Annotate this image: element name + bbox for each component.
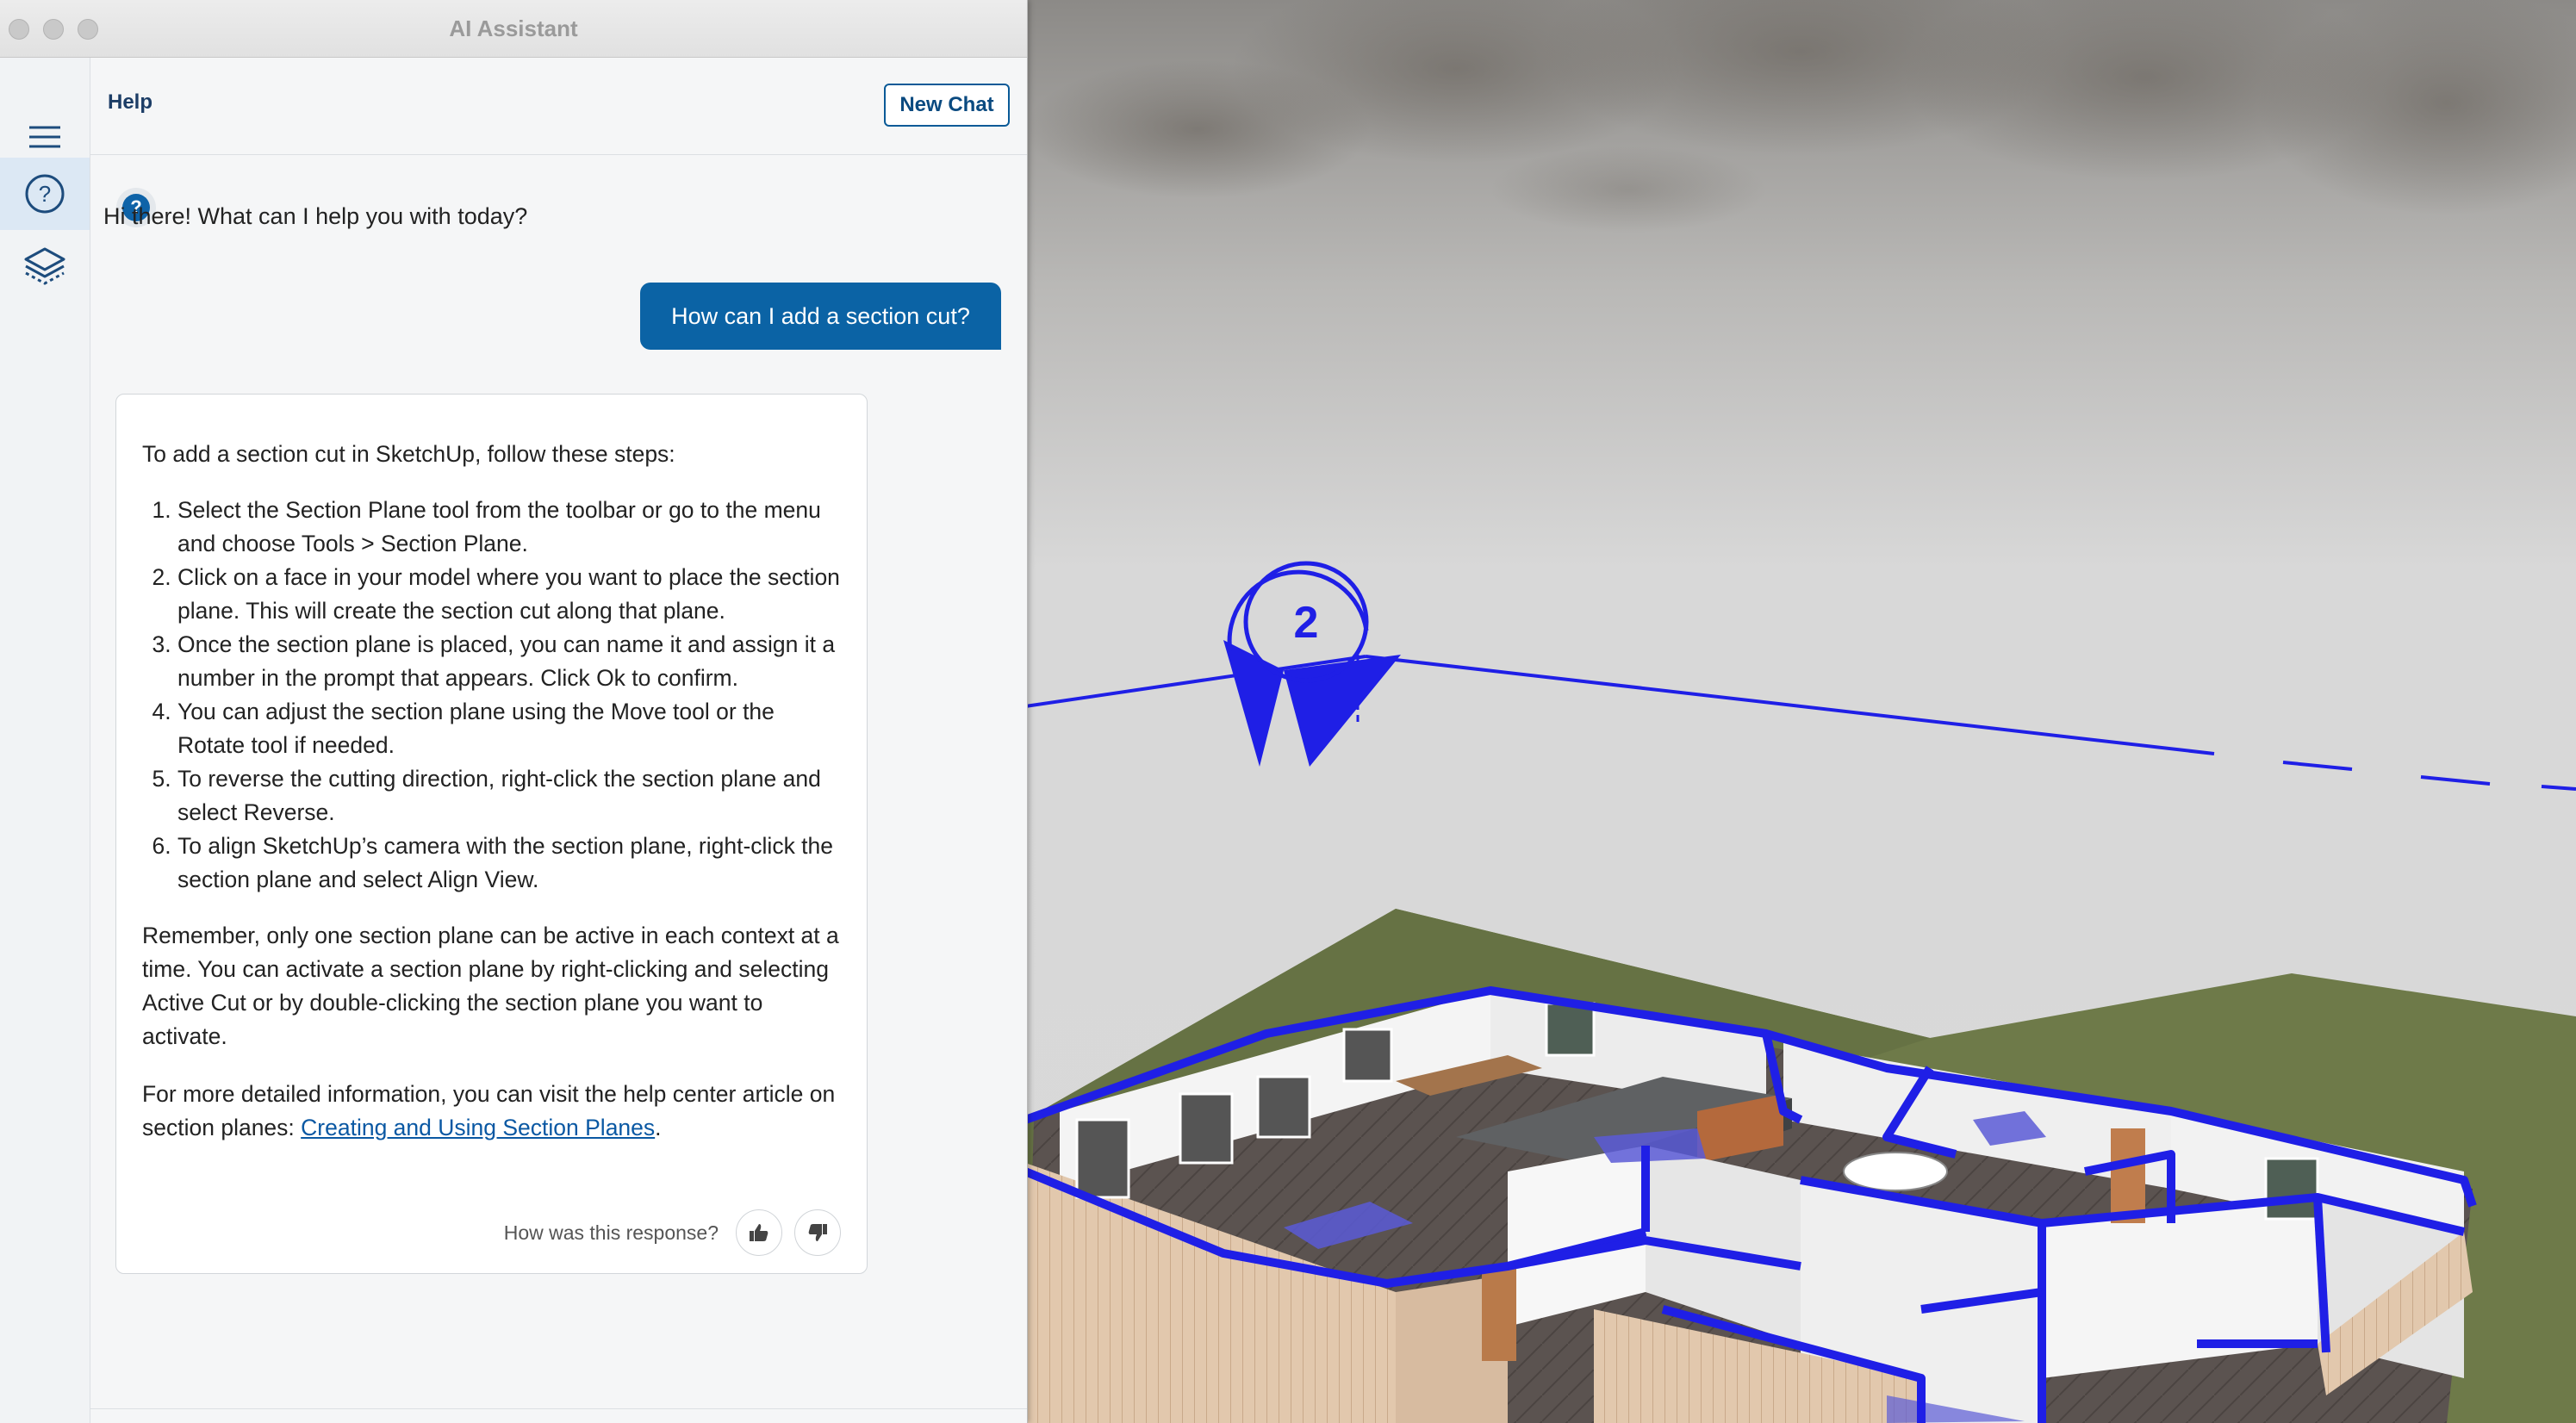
ai-assistant-window: AI Assistant ? Help New Chat ? Hi there!… — [0, 0, 1028, 1423]
assistant-answer-card: To add a section cut in SketchUp, follow… — [115, 394, 868, 1274]
window-titlebar: AI Assistant — [0, 0, 1027, 58]
thumbs-up-icon — [750, 1224, 768, 1241]
panel-title: Help — [108, 90, 153, 114]
assistant-greeting: Hi there! What can I help you with today… — [103, 203, 528, 229]
answer-step: Click on a face in your model where you … — [177, 561, 841, 628]
answer-steps-list: Select the Section Plane tool from the t… — [142, 494, 841, 897]
answer-step: To reverse the cutting direction, right-… — [177, 762, 841, 830]
answer-step: You can adjust the section plane using t… — [177, 695, 841, 762]
more-info-suffix: . — [655, 1115, 662, 1140]
user-message-text: How can I add a section cut? — [671, 302, 970, 329]
answer-more-info: For more detailed information, you can v… — [142, 1078, 841, 1145]
thumbs-up-button[interactable] — [736, 1209, 782, 1256]
model-scene[interactable]: 2 — [1025, 0, 2576, 1423]
section-planes-link[interactable]: Creating and Using Section Planes — [301, 1115, 655, 1140]
layers-icon — [24, 247, 65, 285]
svg-text:?: ? — [39, 181, 51, 207]
side-rail: ? — [0, 58, 90, 1423]
response-feedback: How was this response? — [504, 1209, 841, 1256]
menu-icon — [29, 126, 60, 148]
help-tab[interactable]: ? — [0, 158, 90, 230]
answer-remember: Remember, only one section plane can be … — [142, 923, 839, 1049]
answer-intro: To add a section cut in SketchUp, follow… — [142, 441, 675, 467]
thumbs-down-icon — [808, 1224, 827, 1241]
answer-step: To align SketchUp’s camera with the sect… — [177, 830, 841, 897]
panel-bottom-divider — [90, 1408, 1027, 1409]
section-marker-label: 2 — [1294, 598, 1319, 648]
layers-tab[interactable] — [0, 230, 90, 302]
thumbs-down-button[interactable] — [794, 1209, 841, 1256]
window-title: AI Assistant — [449, 16, 578, 41]
feedback-label: How was this response? — [503, 1221, 719, 1244]
new-chat-button[interactable]: New Chat — [884, 84, 1010, 127]
answer-step: Select the Section Plane tool from the t… — [177, 494, 841, 561]
user-message-bubble: How can I add a section cut? — [640, 283, 1001, 350]
help-circle-icon: ? — [25, 174, 65, 214]
panel-header: Help New Chat — [90, 58, 1027, 155]
answer-step: Once the section plane is placed, you ca… — [177, 628, 841, 695]
model-viewport[interactable]: 2 — [1025, 0, 2576, 1423]
